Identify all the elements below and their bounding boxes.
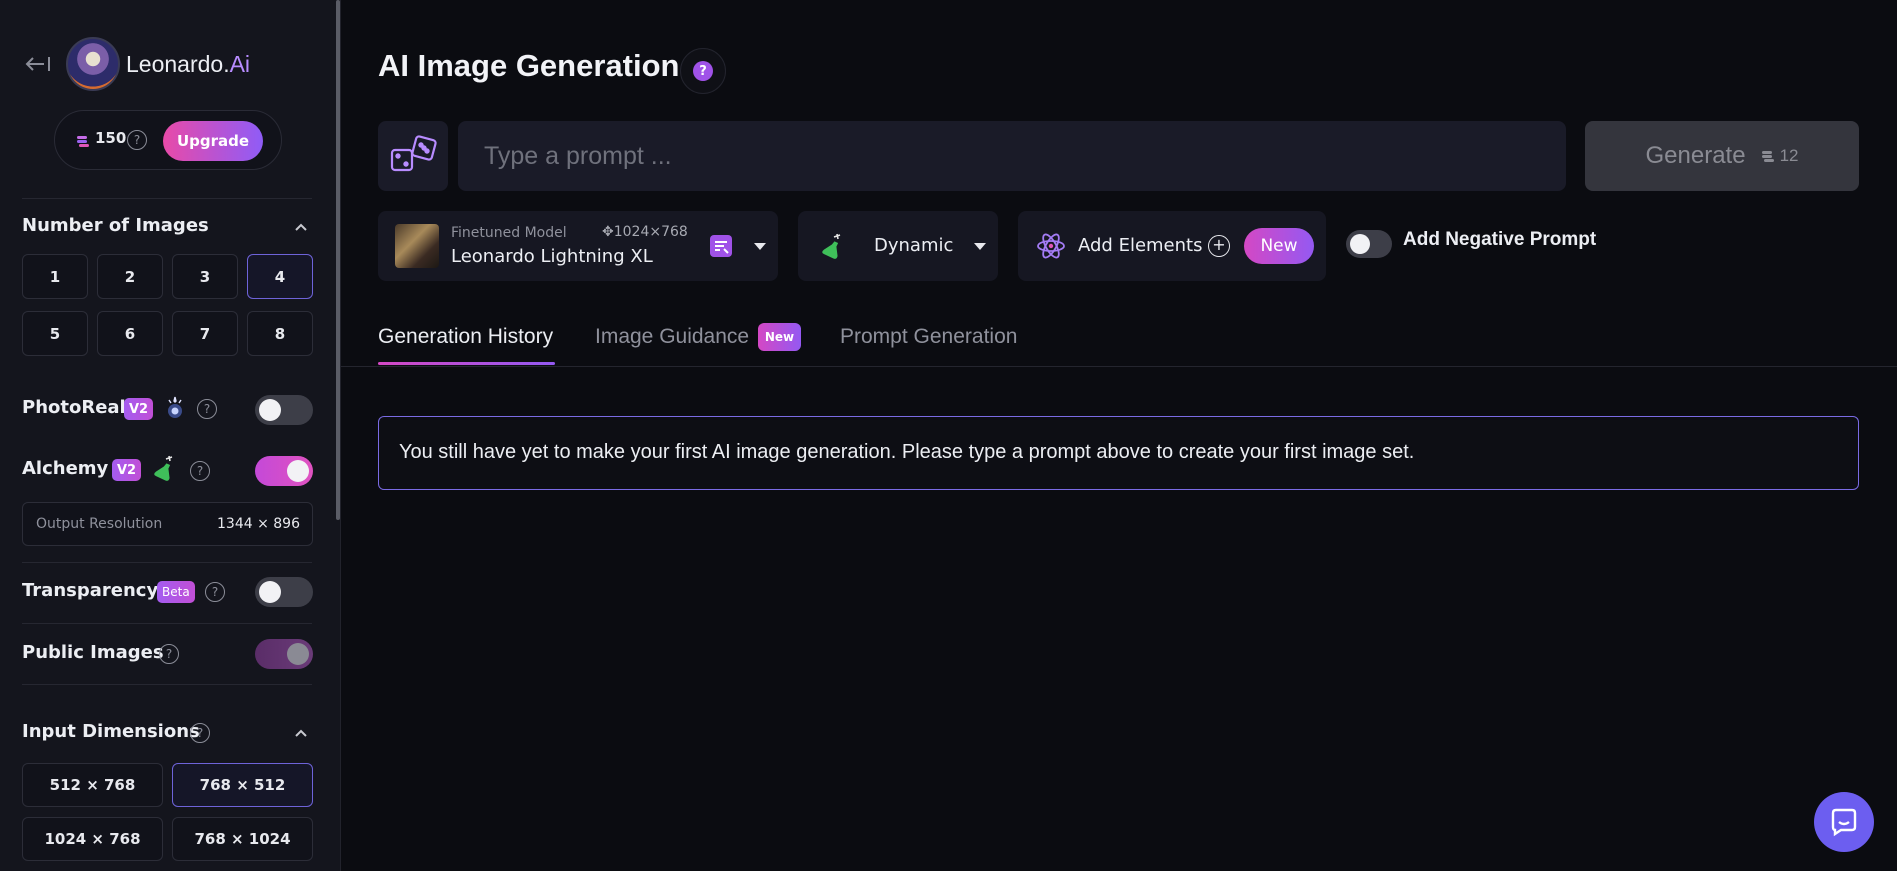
atom-icon <box>1037 233 1065 259</box>
brand-name: Leonardo.Ai <box>126 50 251 77</box>
token-balance: 150 ? Upgrade <box>54 110 282 170</box>
generate-button[interactable]: Generate 12 <box>1585 121 1859 191</box>
tab-generation-history[interactable]: Generation History <box>378 325 553 349</box>
page-title: AI Image Generation <box>378 48 680 83</box>
model-size: ✥1024×768 <box>602 224 688 240</box>
image-count-6[interactable]: 6 <box>97 311 163 356</box>
divider <box>22 684 312 685</box>
add-elements-button[interactable]: Add Elements + New <box>1018 211 1326 281</box>
model-name: Leonardo Lightning XL <box>451 246 653 267</box>
elements-new-badge: New <box>1244 228 1314 264</box>
transparency-beta-badge: Beta <box>157 581 195 603</box>
image-count-7[interactable]: 7 <box>172 311 238 356</box>
support-chat-button[interactable] <box>1814 792 1874 852</box>
alchemy-label: Alchemy <box>22 458 109 479</box>
plus-circle-icon: + <box>1208 235 1230 257</box>
alchemy-help-icon[interactable]: ? <box>190 461 210 481</box>
dimension-1024x768[interactable]: 1024 × 768 <box>22 817 163 861</box>
token-help-icon[interactable]: ? <box>127 130 147 150</box>
public-images-help-icon[interactable]: ? <box>159 644 179 664</box>
photoreal-version-badge: V2 <box>124 398 154 420</box>
style-selector[interactable]: Dynamic <box>798 211 998 281</box>
help-icon: ? <box>693 61 713 81</box>
model-selector[interactable]: Finetuned Model Leonardo Lightning XL ✥1… <box>378 211 778 281</box>
generation-tabs: Generation History Image Guidance New Pr… <box>341 322 1897 367</box>
input-dimensions-title: Input Dimensions <box>22 721 200 742</box>
dimension-768x512[interactable]: 768 × 512 <box>172 763 313 807</box>
potion-flask-icon <box>154 455 173 481</box>
token-count: 150 <box>95 129 127 147</box>
divider <box>22 198 312 199</box>
output-resolution-label: Output Resolution <box>36 516 163 532</box>
prompt-input[interactable] <box>458 121 1566 191</box>
style-dropdown-caret-icon <box>974 243 986 250</box>
image-count-8[interactable]: 8 <box>247 311 313 356</box>
alchemy-toggle[interactable] <box>255 456 313 486</box>
chevron-up-icon[interactable] <box>294 220 308 234</box>
negative-prompt-toggle[interactable] <box>1346 230 1392 258</box>
page-help-button[interactable]: ? <box>680 48 726 94</box>
model-settings-icon[interactable] <box>708 233 734 259</box>
generate-cost-value: 12 <box>1779 146 1799 165</box>
collapse-sidebar-icon[interactable] <box>24 53 52 75</box>
photoreal-help-icon[interactable]: ? <box>197 399 217 419</box>
input-dimensions-help-icon[interactable]: ? <box>190 723 210 743</box>
photoreal-toggle[interactable] <box>255 395 313 425</box>
upgrade-button[interactable]: Upgrade <box>163 121 263 161</box>
output-resolution-value: 1344 × 896 <box>217 516 300 532</box>
add-elements-label: Add Elements <box>1078 235 1203 256</box>
image-count-5[interactable]: 5 <box>22 311 88 356</box>
photoreal-label: PhotoReal <box>22 397 126 418</box>
random-prompt-button[interactable] <box>378 121 448 191</box>
empty-state-text: You still have yet to make your first AI… <box>399 441 1415 463</box>
image-guidance-new-badge: New <box>758 323 801 351</box>
model-thumbnail <box>395 224 439 268</box>
empty-state-message: You still have yet to make your first AI… <box>378 416 1859 490</box>
generate-cost: 12 <box>1760 146 1799 166</box>
alchemy-version-badge: V2 <box>112 459 142 481</box>
tab-prompt-generation[interactable]: Prompt Generation <box>840 325 1017 349</box>
logo-row: Leonardo.Ai <box>24 36 250 92</box>
transparency-label: Transparency <box>22 580 159 601</box>
image-count-2[interactable]: 2 <box>97 254 163 299</box>
transparency-toggle[interactable] <box>255 577 313 607</box>
sidebar-border <box>340 0 341 871</box>
chat-icon <box>1831 808 1857 837</box>
public-images-label: Public Images <box>22 642 164 663</box>
brand-logo <box>66 37 120 91</box>
image-count-3[interactable]: 3 <box>172 254 238 299</box>
chevron-up-icon[interactable] <box>294 726 308 740</box>
dice-icon <box>390 135 437 172</box>
divider <box>22 623 312 624</box>
dimension-512x768[interactable]: 512 × 768 <box>22 763 163 807</box>
negative-prompt-label: Add Negative Prompt <box>1403 229 1597 250</box>
model-dropdown-caret-icon <box>754 243 766 250</box>
transparency-help-icon[interactable]: ? <box>205 582 225 602</box>
public-images-toggle[interactable] <box>255 639 313 669</box>
camera-sparkle-icon <box>168 396 182 418</box>
move-arrows-icon: ✥ <box>602 224 614 240</box>
image-count-1[interactable]: 1 <box>22 254 88 299</box>
style-label: Dynamic <box>874 235 954 256</box>
token-coins-icon <box>1761 151 1774 162</box>
model-kind: Finetuned Model <box>451 225 567 241</box>
output-resolution: Output Resolution 1344 × 896 <box>22 502 313 546</box>
dimension-768x1024[interactable]: 768 × 1024 <box>172 817 313 861</box>
active-tab-indicator <box>378 362 555 365</box>
divider <box>22 562 312 563</box>
image-count-4[interactable]: 4 <box>247 254 313 299</box>
token-coins-icon <box>77 136 89 147</box>
sidebar: Leonardo.Ai 150 ? Upgrade Number of Imag… <box>0 0 340 871</box>
number-of-images-title: Number of Images <box>22 215 209 236</box>
generate-label: Generate <box>1645 142 1746 169</box>
tab-image-guidance[interactable]: Image Guidance <box>595 325 749 349</box>
potion-flask-icon <box>822 233 841 259</box>
